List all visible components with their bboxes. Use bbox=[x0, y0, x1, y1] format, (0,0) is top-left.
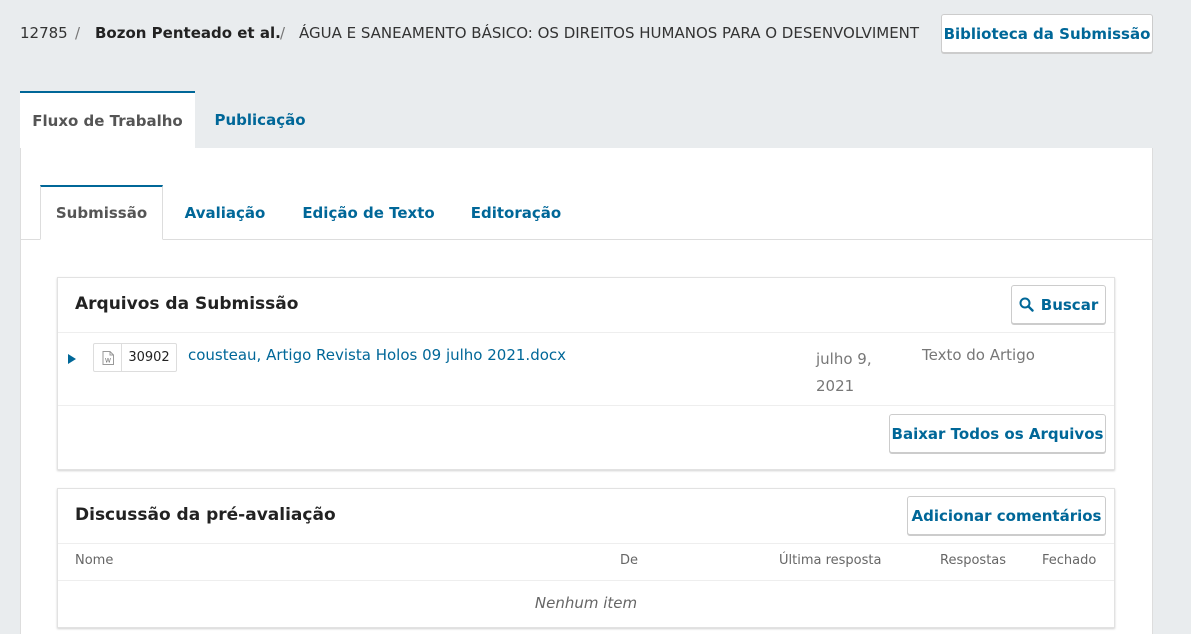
search-button-label: Buscar bbox=[1040, 295, 1099, 314]
breadcrumb-separator: / bbox=[280, 24, 286, 42]
column-header-replies: Respostas bbox=[940, 553, 1007, 568]
submission-id: 12785 bbox=[20, 24, 68, 42]
column-header-last-reply: Última resposta bbox=[779, 553, 882, 568]
tab-workflow[interactable]: Fluxo de Trabalho bbox=[20, 91, 195, 148]
column-header-from: De bbox=[620, 553, 639, 568]
file-id-badge: W 30902 bbox=[93, 343, 177, 372]
file-id: 30902 bbox=[128, 350, 170, 365]
divider bbox=[58, 405, 1114, 406]
tab-review[interactable]: Avaliação bbox=[175, 185, 275, 240]
file-date-line1: julho 9, bbox=[816, 350, 872, 368]
svg-text:W: W bbox=[105, 357, 111, 364]
search-icon bbox=[1019, 297, 1034, 312]
divider bbox=[58, 580, 1114, 581]
submission-author: Bozon Penteado et al. bbox=[95, 24, 281, 42]
download-all-files-button[interactable]: Baixar Todos os Arquivos bbox=[889, 414, 1106, 453]
submission-title: ÁGUA E SANEAMENTO BÁSICO: OS DIREITOS HU… bbox=[299, 24, 920, 42]
empty-message: Nenhum item bbox=[534, 594, 638, 612]
file-type: Texto do Artigo bbox=[922, 346, 1035, 364]
word-document-icon: W bbox=[94, 344, 122, 371]
tab-production[interactable]: Editoração bbox=[462, 185, 570, 240]
search-button[interactable]: Buscar bbox=[1011, 285, 1106, 324]
breadcrumb-separator: / bbox=[75, 24, 81, 42]
column-header-name: Nome bbox=[75, 553, 114, 568]
expand-caret-icon[interactable] bbox=[68, 349, 76, 368]
divider bbox=[58, 543, 1114, 544]
column-header-closed: Fechado bbox=[1042, 553, 1097, 568]
tab-copyediting[interactable]: Edição de Texto bbox=[295, 185, 442, 240]
tab-publication[interactable]: Publicação bbox=[200, 91, 320, 148]
file-link[interactable]: cousteau, Artigo Revista Holos 09 julho … bbox=[188, 346, 566, 364]
tab-submission[interactable]: Submissão bbox=[40, 185, 163, 240]
divider bbox=[58, 332, 1114, 333]
file-date-line2: 2021 bbox=[816, 377, 855, 395]
file-date: julho 9, 2021 bbox=[816, 346, 872, 400]
submission-library-button[interactable]: Biblioteca da Submissão bbox=[941, 14, 1153, 53]
add-comments-button[interactable]: Adicionar comentários bbox=[907, 496, 1106, 535]
discussion-title: Discussão da pré-avaliação bbox=[75, 505, 336, 525]
submission-files-title: Arquivos da Submissão bbox=[75, 294, 299, 314]
